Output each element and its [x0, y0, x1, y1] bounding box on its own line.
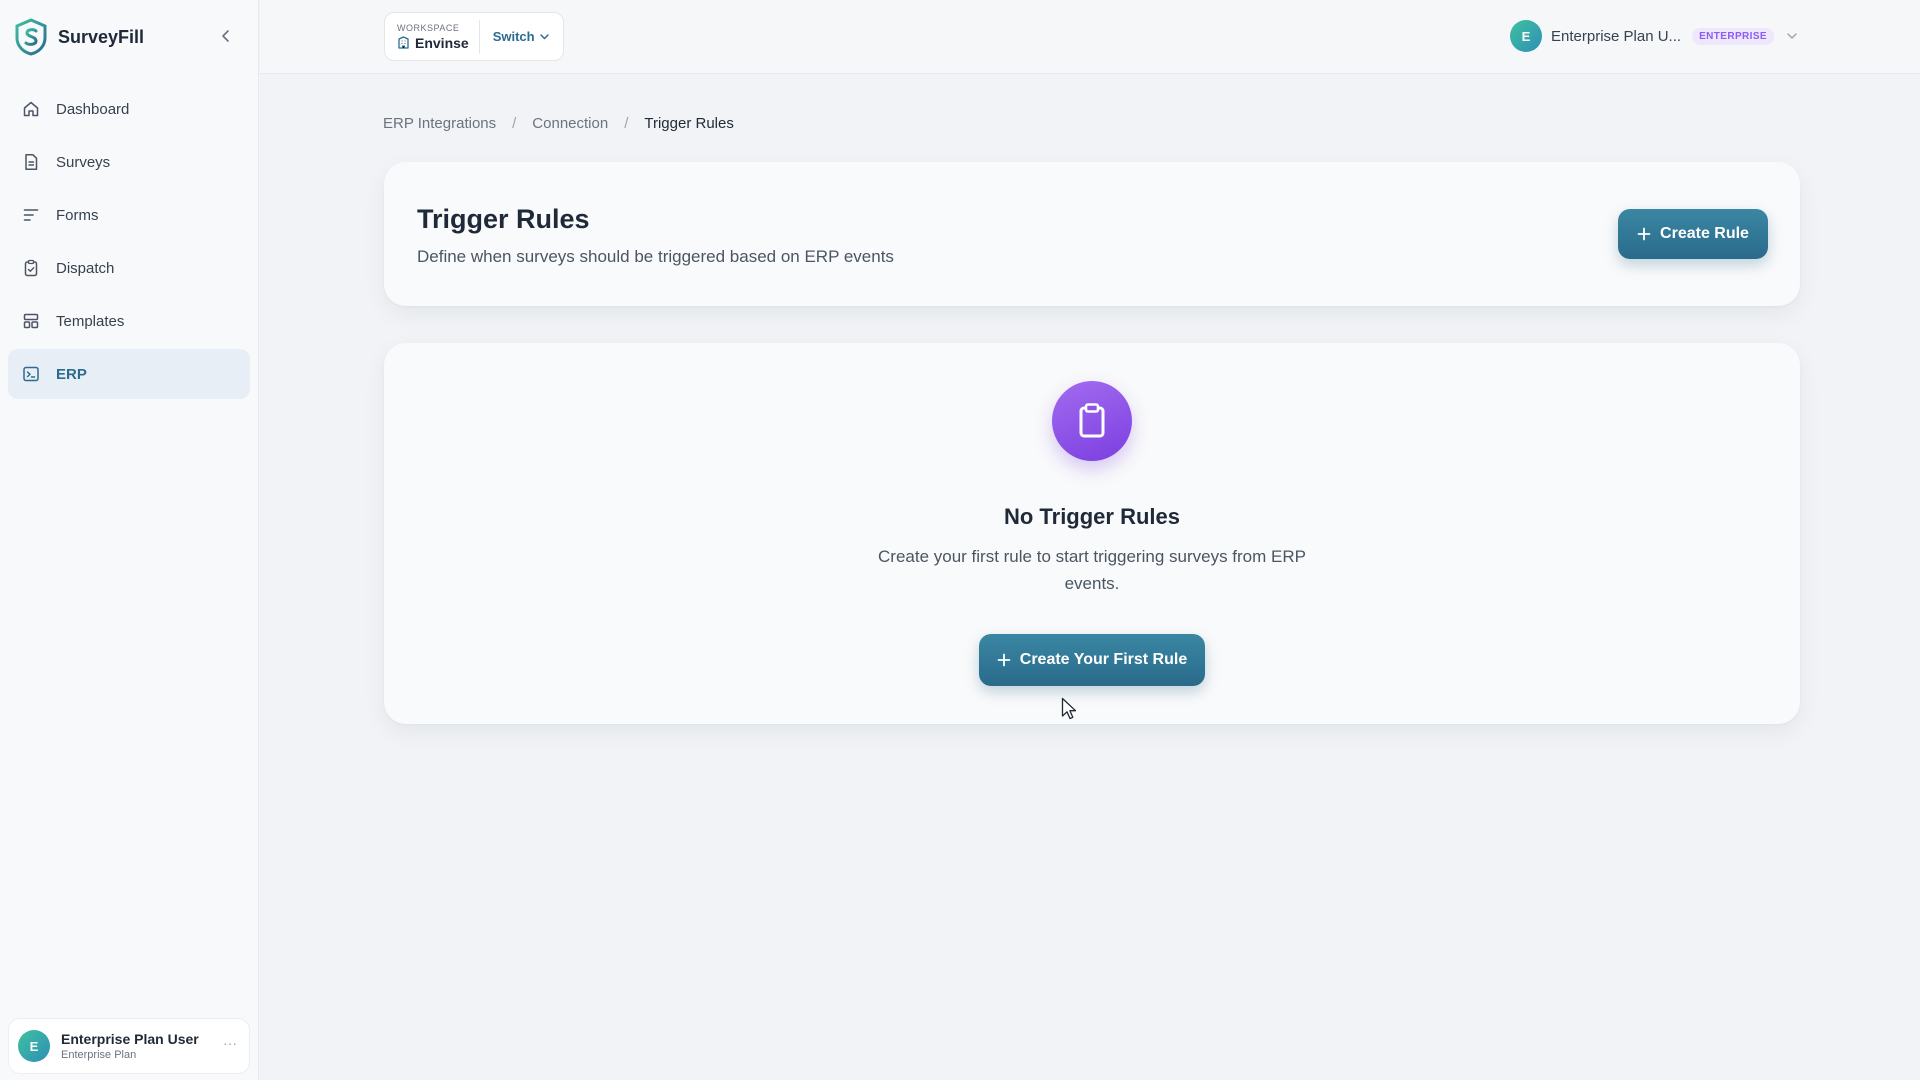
sidebar-item-dashboard[interactable]: Dashboard [8, 84, 250, 134]
chevron-down-icon [1787, 33, 1797, 39]
breadcrumb-connection[interactable]: Connection [532, 115, 608, 132]
empty-state-card: No Trigger Rules Create your first rule … [384, 343, 1800, 724]
create-rule-button[interactable]: Create Rule [1618, 209, 1768, 259]
sidebar-item-forms[interactable]: Forms [8, 190, 250, 240]
avatar: E [1510, 20, 1542, 52]
page-title: Trigger Rules [417, 204, 590, 234]
avatar: E [18, 1030, 50, 1062]
lines-icon [21, 205, 41, 225]
workspace-switch-label: Switch [492, 29, 535, 44]
document-icon [21, 152, 41, 172]
brand-name: SurveyFill [58, 26, 145, 47]
breadcrumb-separator: / [624, 114, 629, 132]
sidebar-item-label: Surveys [56, 153, 111, 171]
terminal-icon [21, 364, 41, 384]
building-icon [398, 36, 409, 49]
sidebar-item-label: Dispatch [56, 259, 115, 277]
sidebar-item-label: ERP [56, 365, 87, 383]
sidebar-item-templates[interactable]: Templates [8, 296, 250, 346]
sidebar-item-label: Dashboard [56, 100, 130, 118]
sidebar: SurveyFill Dashboard Surveys Forms Dispa… [0, 0, 259, 1080]
user-menu-icon[interactable]: ··· [223, 1035, 237, 1051]
home-icon [21, 99, 41, 119]
create-rule-label: Create Rule [1660, 225, 1749, 242]
brand[interactable]: SurveyFill [14, 17, 144, 57]
sidebar-nav: Dashboard Surveys Forms Dispatch Templat… [8, 84, 250, 402]
breadcrumb: ERP Integrations / Connection / Trigger … [383, 113, 734, 133]
create-first-rule-label: Create Your First Rule [1019, 651, 1188, 668]
empty-state-title: No Trigger Rules [1003, 504, 1181, 529]
account-name: Enterprise Plan U... [1551, 27, 1682, 45]
user-plan: Enterprise Plan [61, 1049, 137, 1061]
plan-badge: ENTERPRISE [1692, 27, 1774, 45]
plus-icon [1637, 227, 1651, 241]
workspace-switcher: WORKSPACE Envinse Switch [384, 12, 564, 61]
sidebar-item-erp[interactable]: ERP [8, 349, 250, 399]
mouse-cursor-icon [1061, 697, 1077, 720]
layout-icon [21, 311, 41, 331]
sidebar-item-surveys[interactable]: Surveys [8, 137, 250, 187]
workspace-switch-button[interactable]: Switch [480, 29, 550, 44]
empty-state-description: Create your first rule to start triggeri… [878, 547, 1306, 593]
clipboard-check-icon [21, 258, 41, 278]
app-root: SurveyFill Dashboard Surveys Forms Dispa… [0, 0, 1920, 1080]
surveyfill-logo-icon [15, 18, 47, 56]
sidebar-item-dispatch[interactable]: Dispatch [8, 243, 250, 293]
breadcrumb-erp-integrations[interactable]: ERP Integrations [383, 115, 496, 132]
topbar: WORKSPACE Envinse Switch E Enterprise Pl… [260, 0, 1920, 74]
user-text: Enterprise Plan User Enterprise Plan [61, 1031, 199, 1061]
chevron-down-icon [539, 34, 549, 40]
sidebar-item-label: Templates [56, 312, 125, 330]
account-menu[interactable]: E Enterprise Plan U... ENTERPRISE [1510, 17, 1810, 55]
create-first-rule-button[interactable]: Create Your First Rule [979, 634, 1205, 686]
user-name: Enterprise Plan User [61, 1031, 199, 1047]
workspace-info: WORKSPACE Envinse [385, 19, 480, 54]
workspace-label: WORKSPACE [397, 22, 460, 33]
collapse-sidebar-button[interactable] [214, 24, 238, 48]
clipboard-icon [1052, 381, 1132, 461]
chevron-left-icon [222, 30, 229, 42]
page-header-card: Trigger Rules Define when surveys should… [384, 162, 1800, 306]
workspace-name-row: Envinse [397, 35, 469, 51]
page-subtitle: Define when surveys should be triggered … [417, 247, 894, 266]
workspace-name: Envinse [415, 34, 469, 51]
breadcrumb-trigger-rules: Trigger Rules [644, 114, 734, 132]
breadcrumb-separator: / [512, 114, 517, 132]
sidebar-item-label: Forms [56, 206, 99, 224]
plus-icon [997, 653, 1011, 667]
sidebar-user-card[interactable]: E Enterprise Plan User Enterprise Plan ·… [8, 1018, 250, 1074]
